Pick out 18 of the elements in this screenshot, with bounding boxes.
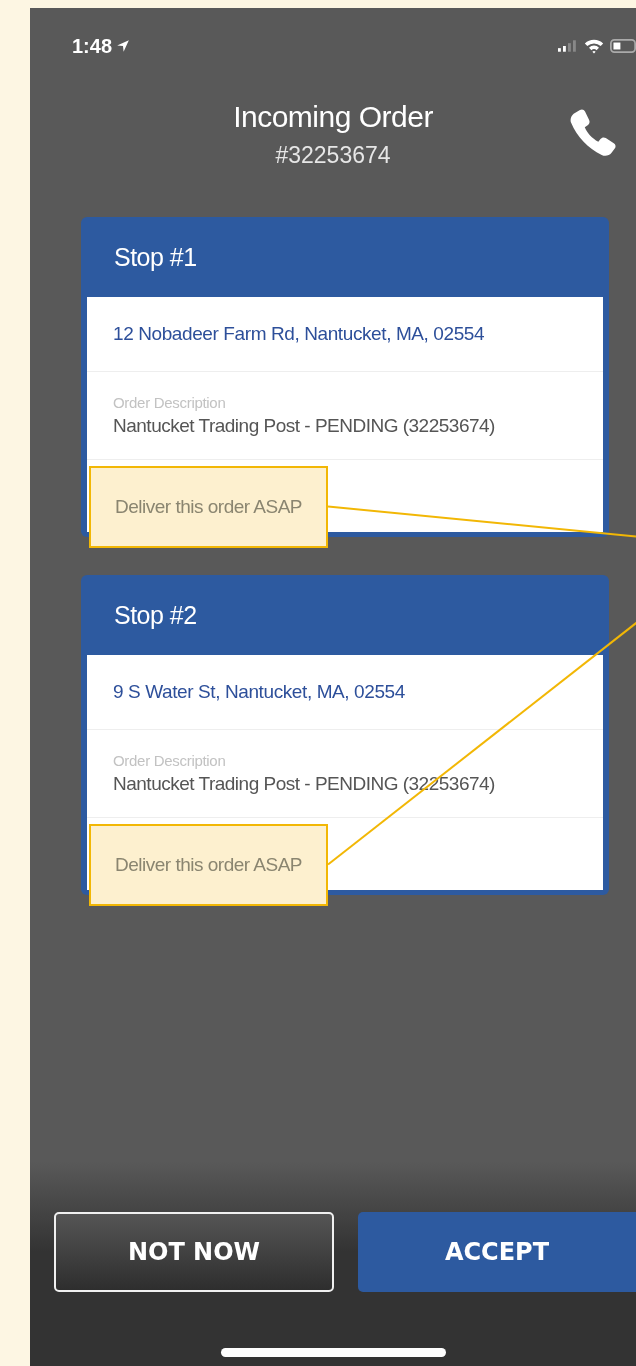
battery-icon: [610, 39, 636, 53]
order-description: Nantucket Trading Post - PENDING (32253674): [113, 415, 496, 437]
order-number: #32253674: [275, 142, 391, 169]
signal-icon: [558, 40, 578, 52]
status-time: 1:48: [72, 34, 113, 58]
not-now-button[interactable]: NOT NOW: [54, 1212, 334, 1292]
location-arrow-icon: [116, 39, 131, 53]
field-label: Order Description: [113, 394, 227, 411]
accept-button[interactable]: ACCEPT: [358, 1212, 636, 1292]
stop-address[interactable]: 12 Nobadeer Farm Rd, Nantucket, MA, 02554: [113, 323, 485, 345]
field-label: Order Description: [113, 752, 227, 769]
stop-address[interactable]: 9 S Water St, Nantucket, MA, 02554: [113, 681, 405, 703]
screen-title: Incoming Order: [233, 100, 433, 134]
highlighted-note: Deliver this order ASAP: [89, 823, 329, 906]
stop-title: Stop #1: [114, 242, 197, 272]
stop-title: Stop #2: [114, 600, 197, 630]
highlighted-note: Deliver this order ASAP: [89, 465, 329, 548]
wifi-icon: [584, 38, 604, 54]
